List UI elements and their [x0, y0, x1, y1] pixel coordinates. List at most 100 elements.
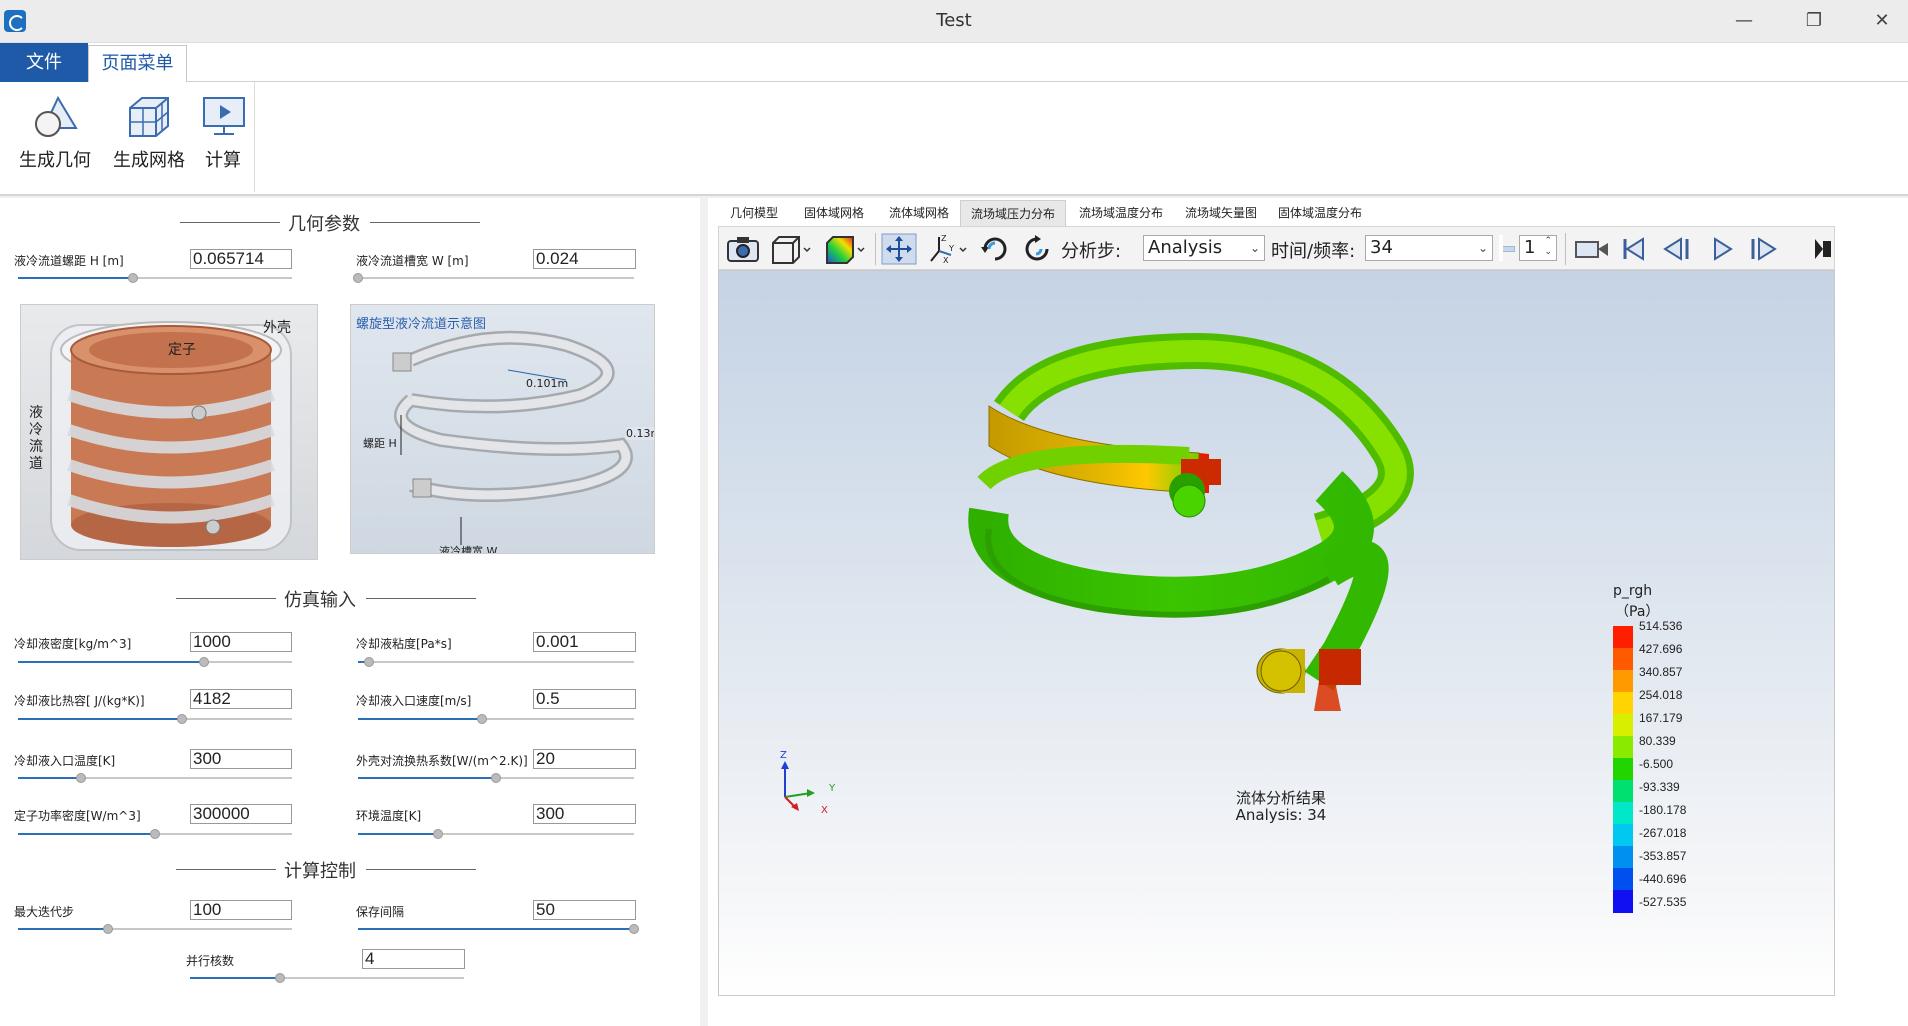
view-cube-icon[interactable] [769, 233, 813, 265]
width-slider[interactable] [353, 273, 634, 283]
first-frame-icon[interactable] [1617, 233, 1651, 265]
legend-value: -93.339 [1639, 780, 1680, 794]
tab-pressure-distribution[interactable]: 流场域压力分布 [960, 200, 1066, 226]
compute-label: 计算 [205, 150, 241, 171]
fullscreen-icon[interactable] [1813, 233, 1833, 265]
axis-y-label: Y [829, 783, 836, 794]
orientation-triad [781, 761, 815, 811]
time-frequency-select[interactable]: 34 ⌄ [1365, 235, 1493, 261]
sim-input-section-title: 仿真输入 [284, 590, 356, 611]
result-title: 流体分析结果 [1235, 789, 1326, 807]
inlet-velocity-slider[interactable] [358, 714, 634, 724]
previous-frame-icon[interactable] [1659, 233, 1697, 265]
minimize-button[interactable]: — [1722, 6, 1766, 36]
ribbon: 生成几何 生成网格 计算 [0, 82, 1908, 196]
chevron-down-icon: ⌄ [1477, 241, 1488, 255]
pan-icon[interactable] [881, 233, 917, 265]
density-label: 冷却液密度[kg/m^3] [14, 637, 132, 651]
save-interval-slider[interactable] [358, 924, 639, 934]
inlet-velocity-label: 冷却液入口速度[m/s] [356, 694, 472, 708]
parallel-cores-input[interactable]: 4 [362, 949, 465, 969]
stator-housing-image: 外壳 定子 液 冷 流 道 [20, 304, 318, 560]
parallel-cores-label: 并行核数 [186, 954, 235, 968]
viscosity-input[interactable]: 0.001 [533, 632, 636, 652]
legend-value: -267.018 [1639, 826, 1687, 840]
legend-swatch [1613, 648, 1633, 671]
legend-value: -6.500 [1639, 757, 1674, 771]
spiral-height-label: 0.13m [626, 427, 654, 440]
compute-icon [203, 97, 245, 135]
camera-icon[interactable] [725, 233, 761, 265]
3d-viewport[interactable]: Z Y X 流体分析结果 Analysis: 34 p_rgh （Pa） 514… [718, 270, 1835, 996]
page-menu-tab[interactable]: 页面菜单 [88, 45, 187, 83]
heat-capacity-input[interactable]: 4182 [190, 689, 292, 709]
viscosity-slider[interactable] [358, 657, 634, 667]
max-iter-slider[interactable] [18, 924, 292, 934]
stator-label: 定子 [168, 342, 196, 358]
width-input[interactable]: 0.024 [533, 249, 636, 269]
spin-arrows-icon: ⌃ ⌄ [1544, 236, 1552, 257]
frame-spinbox[interactable]: 1 ⌃ ⌄ [1519, 235, 1557, 261]
max-iter-input[interactable]: 100 [190, 900, 292, 920]
legend-swatch [1613, 736, 1633, 759]
legend-swatch [1613, 890, 1633, 913]
density-slider[interactable] [18, 657, 292, 667]
legend-value: 427.696 [1639, 642, 1683, 656]
legend-color-bar [1613, 626, 1633, 913]
tab-vector-plot[interactable]: 流场域矢量图 [1176, 200, 1266, 226]
inlet-velocity-input[interactable]: 0.5 [533, 689, 636, 709]
time-frequency-value: 34 [1370, 237, 1393, 258]
ambient-temp-slider[interactable] [358, 829, 634, 839]
reset-view-icon[interactable] [1019, 233, 1055, 265]
generate-mesh-button[interactable]: 生成网格 [104, 82, 194, 192]
tab-geometry-model[interactable]: 几何模型 [720, 200, 788, 226]
geometry-icon [35, 95, 78, 137]
compute-button[interactable]: 计算 [198, 82, 248, 192]
record-video-icon[interactable] [1573, 233, 1611, 265]
result-subtitle: Analysis: 34 [1235, 806, 1327, 824]
inlet-temp-input[interactable]: 300 [190, 749, 292, 769]
parallel-cores-slider[interactable] [190, 973, 464, 983]
inlet-temp-slider[interactable] [18, 773, 292, 783]
svg-text:X: X [943, 256, 949, 265]
window-title: Test [936, 10, 972, 31]
legend-labels: 514.536 427.696 340.857 254.018 167.179 80.33… [1639, 619, 1729, 919]
tab-fluid-temperature[interactable]: 流场域温度分布 [1070, 200, 1172, 226]
save-interval-input[interactable]: 50 [533, 900, 636, 920]
generate-geometry-button[interactable]: 生成几何 [10, 82, 100, 192]
svg-text:Y: Y [948, 244, 954, 253]
convection-slider[interactable] [358, 773, 634, 783]
contour-color-icon[interactable] [823, 233, 867, 265]
density-input[interactable]: 1000 [190, 632, 292, 652]
menu-bar: 文件 页面菜单 [0, 43, 1908, 83]
geometry-section-header: 几何参数 [180, 210, 480, 235]
power-density-slider[interactable] [18, 829, 292, 839]
axes-icon[interactable]: Z Y X [925, 233, 969, 265]
tab-solid-temperature[interactable]: 固体域温度分布 [1270, 200, 1370, 226]
heat-capacity-slider[interactable] [18, 714, 292, 724]
pitch-input[interactable]: 0.065714 [190, 249, 292, 269]
pitch-slider[interactable] [18, 273, 292, 283]
convection-input[interactable]: 20 [533, 749, 636, 769]
pitch-label: 液冷流道螺距 H [m] [14, 254, 124, 268]
generate-mesh-label: 生成网格 [113, 150, 185, 171]
ambient-temp-input[interactable]: 300 [533, 804, 636, 824]
file-menu[interactable]: 文件 [0, 43, 88, 82]
legend-value: -353.857 [1639, 849, 1687, 863]
power-density-input[interactable]: 300000 [190, 804, 292, 824]
analysis-step-select[interactable]: Analysis ⌄ [1143, 235, 1265, 261]
analysis-step-value: Analysis [1148, 237, 1223, 258]
play-icon[interactable] [1705, 233, 1739, 265]
axis-z-label: Z [780, 750, 787, 761]
legend-swatch [1613, 868, 1633, 891]
spiral-diameter-label: 0.101m [526, 377, 569, 390]
frame-slider-icon[interactable] [1501, 246, 1515, 252]
next-frame-icon[interactable] [1745, 233, 1783, 265]
close-button[interactable]: ✕ [1860, 6, 1904, 36]
legend-title: p_rgh [1613, 583, 1653, 599]
tab-fluid-mesh[interactable]: 流体域网格 [880, 200, 958, 226]
rotate-icon[interactable] [977, 233, 1013, 265]
generate-geometry-label: 生成几何 [19, 150, 91, 171]
tab-solid-mesh[interactable]: 固体域网格 [792, 200, 876, 226]
restore-button[interactable]: ❐ [1792, 6, 1836, 36]
